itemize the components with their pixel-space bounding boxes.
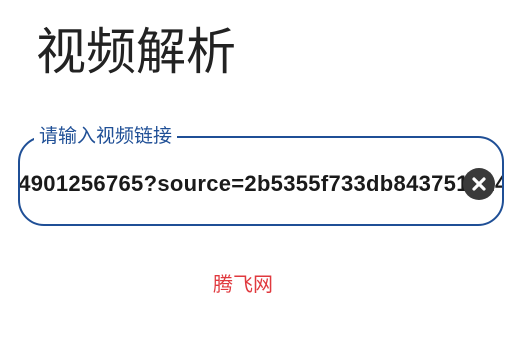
- clear-button[interactable]: [463, 168, 495, 200]
- video-url-viewport: https://www.douyin.com/video/71876523849…: [20, 138, 502, 224]
- video-url-field[interactable]: https://www.douyin.com/video/71876523849…: [18, 124, 504, 226]
- close-circle-icon: [472, 177, 486, 191]
- page-title: 视频解析: [36, 23, 236, 81]
- brand-label: 腾飞网: [213, 272, 273, 296]
- video-url-input[interactable]: https://www.douyin.com/video/71876523849…: [20, 170, 502, 198]
- video-url-label: 请输入视频链接: [34, 124, 178, 148]
